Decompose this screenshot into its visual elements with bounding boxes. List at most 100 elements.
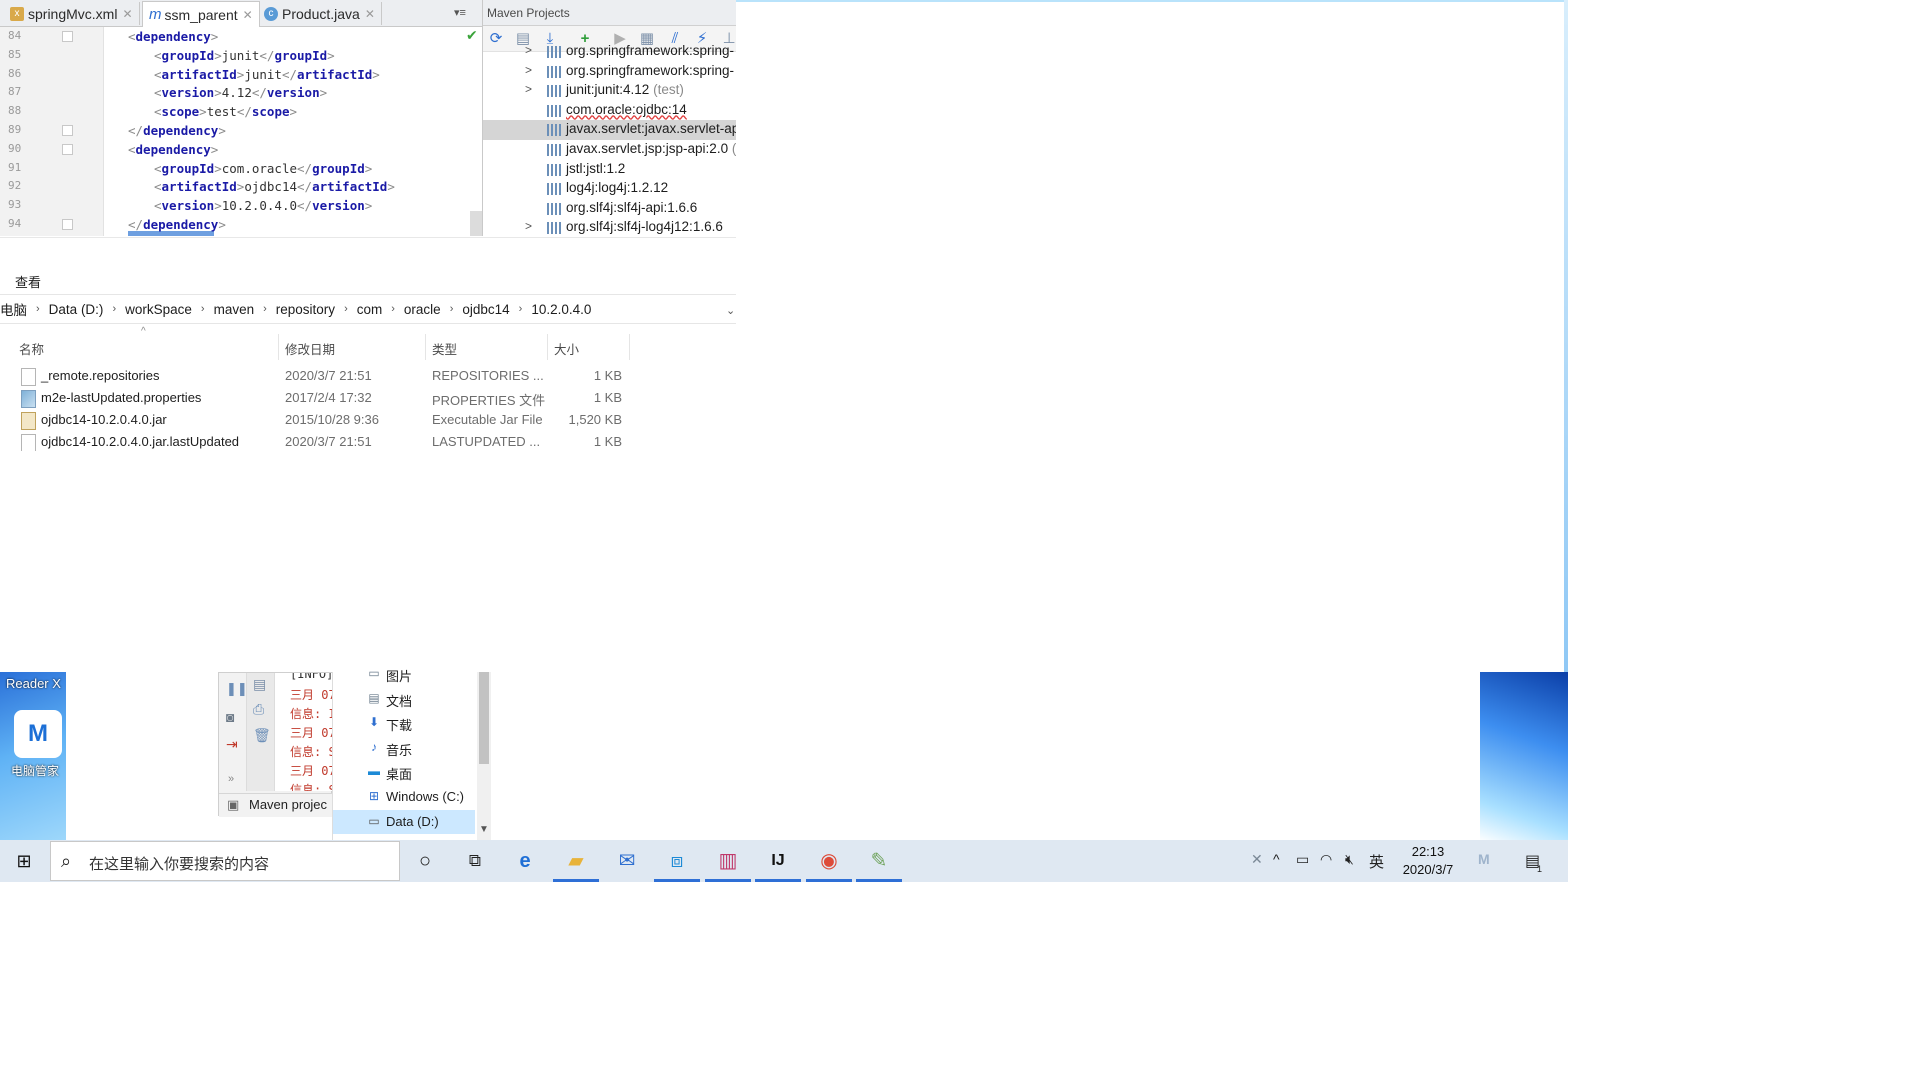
nav-item[interactable]: ⊞ Windows (C:) <box>333 785 475 809</box>
paint-icon[interactable]: ✎ <box>854 840 904 882</box>
nav-item[interactable]: ⬇ 下载 <box>333 711 475 735</box>
breadcrumb-separator-icon[interactable]: › <box>33 303 43 315</box>
breadcrumb-item[interactable]: maven <box>208 302 261 317</box>
breadcrumb-separator-icon[interactable]: › <box>388 303 398 315</box>
nav-item[interactable]: ♪ 音乐 <box>333 736 475 760</box>
file-row[interactable]: ojdbc14-10.2.0.4.0.jar.lastUpdated 2020/3… <box>0 432 736 451</box>
scroll-end-icon[interactable]: ▤ <box>253 676 266 693</box>
nav-item[interactable]: ▬ 桌面 <box>333 760 475 784</box>
column-header-date[interactable]: 修改日期 <box>280 334 426 360</box>
file-row[interactable]: _remote.repositories 2020/3/7 21:51 REPOSI… <box>0 366 736 388</box>
console-output[interactable]: [INFO] 三月 07 信息: I 三月 07 信息: S 三月 07 信息: S <box>275 673 333 791</box>
nav-item[interactable]: ▭ 图片 <box>333 662 475 686</box>
wifi-icon[interactable]: ◠ <box>1320 851 1332 868</box>
breadcrumb-item[interactable]: oracle <box>398 302 447 317</box>
pc-manager-tray-icon[interactable]: M <box>1478 851 1490 867</box>
nav-item[interactable]: ▭ Data (D:) <box>333 809 475 834</box>
fold-marker-icon[interactable] <box>62 143 73 155</box>
breadcrumb-separator-icon[interactable]: › <box>260 303 270 315</box>
editor-scrollbar[interactable] <box>470 211 482 236</box>
more-icon[interactable]: » <box>228 773 234 785</box>
breadcrumb-item[interactable]: repository <box>270 302 341 317</box>
maven-projects-tab[interactable]: ▣ Maven projec <box>219 793 333 817</box>
remote-desktop-icon[interactable]: ⧈ <box>652 840 702 882</box>
code-editor[interactable]: ✔ 84 <dependency> 85 <groupId>junit</groupI… <box>0 27 482 236</box>
fold-marker-icon[interactable] <box>62 31 73 42</box>
address-bar[interactable]: 电脑 › Data (D:) › workSpace › maven › repository ›… <box>0 294 736 324</box>
maven-dependency-item[interactable]: javax.servlet:javax.servlet-api <box>483 120 736 141</box>
breadcrumb-separator-icon[interactable]: › <box>109 303 119 315</box>
maven-dependency-item[interactable]: > org.springframework:spring- <box>483 62 736 82</box>
desktop-icon-label-reader[interactable]: Reader X <box>6 676 61 691</box>
library-icon <box>547 163 561 176</box>
breadcrumb-separator-icon[interactable]: › <box>516 303 526 315</box>
pause-icon[interactable]: ❚❚ <box>226 681 248 697</box>
code-line: <dependency> <box>128 29 219 44</box>
tab-product-java[interactable]: c Product.java ✕ <box>258 2 382 25</box>
mail-icon[interactable]: ✉ <box>602 840 652 882</box>
close-icon[interactable]: ✕ <box>122 7 132 21</box>
file-row[interactable]: ojdbc14-10.2.0.4.0.jar 2015/10/28 9:36 Exe… <box>0 410 736 432</box>
fold-marker-icon[interactable] <box>62 125 73 136</box>
breadcrumb-separator-icon[interactable]: › <box>341 303 351 315</box>
ribbon-tab-view[interactable]: 查看 <box>15 272 41 291</box>
ime-indicator[interactable]: 英 <box>1369 851 1384 872</box>
desktop-icon-label-pcmgr[interactable]: 电脑管家 <box>11 762 59 779</box>
maven-dependency-item[interactable]: javax.servlet.jsp:jsp-api:2.0 (p <box>483 140 736 160</box>
pc-manager-icon[interactable]: M <box>14 710 62 758</box>
trash-icon[interactable]: 🗑 <box>253 727 271 744</box>
scroll-down-icon[interactable]: ▼ <box>479 824 489 835</box>
taskbar-search-box[interactable]: ⌕ 在这里输入你要搜索的内容 <box>50 841 400 881</box>
print-icon[interactable]: ⎙ <box>253 701 264 718</box>
breadcrumb-item[interactable]: 10.2.0.4.0 <box>525 302 597 317</box>
chevron-down-icon[interactable]: ⌄ <box>726 304 735 317</box>
column-header-type[interactable]: 类型 <box>427 334 548 360</box>
intellij-idea-icon[interactable]: IJ <box>753 840 803 882</box>
file-explorer-icon[interactable]: ▰ <box>551 840 601 882</box>
maven-dependency-item[interactable]: log4j:log4j:1.2.12 <box>483 179 736 199</box>
breadcrumb-item[interactable]: Data (D:) <box>43 302 110 317</box>
maven-dependency-item[interactable]: jstl:jstl:1.2 <box>483 160 736 180</box>
nav-item[interactable]: ▤ 文档 <box>333 687 475 711</box>
camera-icon[interactable]: ◙ <box>226 709 234 725</box>
breadcrumb-item[interactable]: workSpace <box>119 302 198 317</box>
close-icon[interactable]: ✕ <box>365 7 375 21</box>
tab-springmvc-xml[interactable]: x springMvc.xml ✕ <box>4 2 140 25</box>
winrar-icon[interactable]: ▥ <box>703 840 753 882</box>
breadcrumb-item[interactable]: ojdbc14 <box>456 302 515 317</box>
taskbar-clock[interactable]: 22:13 2020/3/7 <box>1398 843 1458 879</box>
chevron-right-icon[interactable]: > <box>525 43 532 57</box>
chevron-up-icon[interactable]: ^ <box>1273 851 1280 867</box>
maven-dependency-item[interactable]: com.oracle:ojdbc:14 <box>483 101 736 121</box>
maven-dependency-item[interactable]: > org.springframework:spring- <box>483 42 736 62</box>
line-number: 87 <box>8 85 22 99</box>
windows-start-icon[interactable]: ⊞ <box>0 840 48 882</box>
tab-overflow-icon[interactable]: ▾≡ <box>454 6 466 19</box>
maven-dependency-item[interactable]: > junit:junit:4.12 (test) <box>483 81 736 101</box>
edge-browser-icon[interactable]: e <box>500 840 550 882</box>
file-row[interactable]: m2e-lastUpdated.properties 2017/2/4 17:32… <box>0 388 736 410</box>
chevron-right-icon[interactable]: > <box>525 219 532 233</box>
maven-dependency-item[interactable]: org.slf4j:slf4j-api:1.6.6 <box>483 199 736 219</box>
tab-ssm-parent[interactable]: m ssm_parent ✕ <box>142 1 260 27</box>
task-view-icon[interactable]: ⧉ <box>450 840 500 882</box>
breadcrumb-separator-icon[interactable]: › <box>198 303 208 315</box>
maven-dependency-item[interactable]: > org.slf4j:slf4j-log4j12:1.6.6 <box>483 218 736 236</box>
breadcrumb-item[interactable]: com <box>351 302 389 317</box>
tray-app-icon[interactable]: ✕ <box>1251 851 1263 868</box>
chevron-right-icon[interactable]: > <box>525 63 532 77</box>
column-header-name[interactable]: 名称 <box>14 334 279 360</box>
nav-item-label: 图片 <box>386 669 413 684</box>
volume-muted-icon[interactable]: 🔇︎ <box>1345 851 1354 868</box>
battery-icon[interactable]: ▭ <box>1296 851 1309 868</box>
exit-icon[interactable]: ⇥ <box>226 736 238 753</box>
breadcrumb-separator-icon[interactable]: › <box>447 303 457 315</box>
breadcrumb-item[interactable]: 电脑 <box>0 299 33 319</box>
fold-marker-icon[interactable] <box>62 219 73 230</box>
chevron-right-icon[interactable]: > <box>525 82 532 96</box>
cortana-icon[interactable]: ○ <box>400 840 450 882</box>
chrome-icon[interactable]: ◉ <box>804 840 854 882</box>
nav-scrollbar-thumb[interactable] <box>479 672 489 764</box>
column-header-size[interactable]: 大小 <box>549 334 630 360</box>
close-icon[interactable]: ✕ <box>243 8 253 22</box>
